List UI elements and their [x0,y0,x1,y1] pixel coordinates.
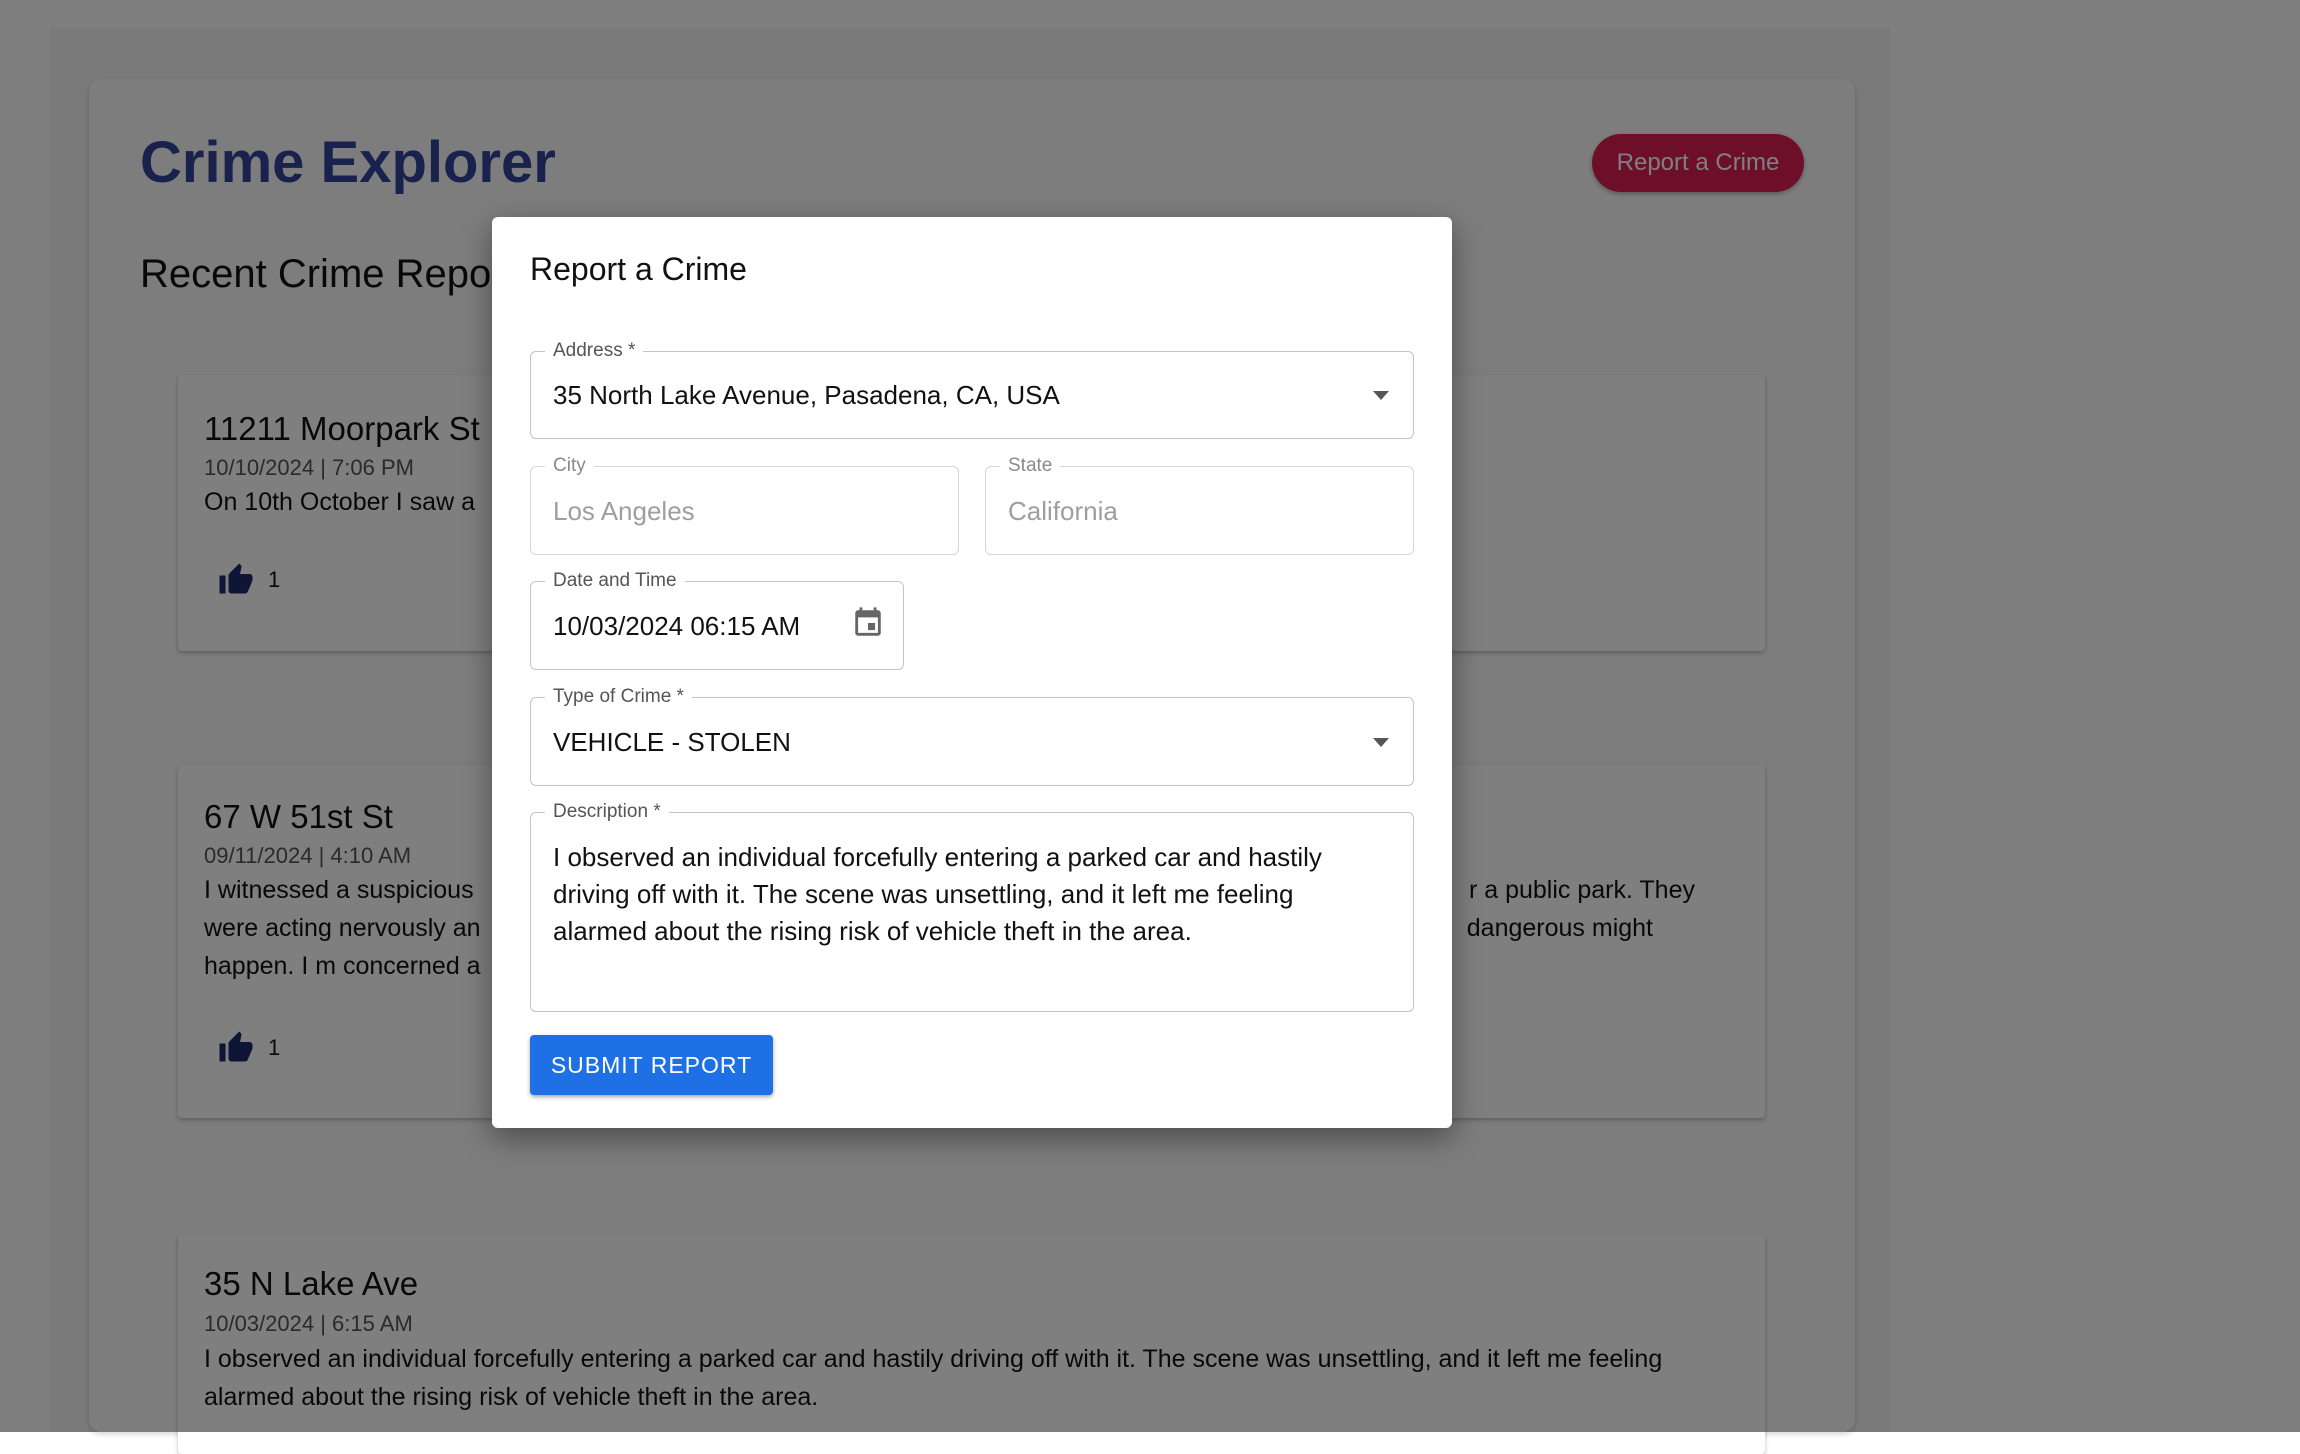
address-field[interactable]: Address * 35 North Lake Avenue, Pasadena… [530,340,1414,439]
address-label: Address * [545,340,644,362]
chevron-down-icon[interactable] [1373,391,1389,400]
state-label: State [1000,455,1061,477]
dialog-title: Report a Crime [530,251,747,287]
description-textarea[interactable]: Description * I observed an individual f… [530,801,1414,1012]
city-label: City [545,455,594,477]
datetime-value: 10/03/2024 06:15 AM [553,611,801,641]
city-field: City Los Angeles [530,455,959,555]
submit-report-button[interactable]: SUBMIT REPORT [530,1035,773,1095]
description-value: I observed an individual forcefully ente… [553,842,1322,946]
address-value: 35 North Lake Avenue, Pasadena, CA, USA [553,380,1060,410]
datetime-label: Date and Time [545,570,685,592]
description-label: Description * [545,801,669,823]
crime-type-label: Type of Crime * [545,686,692,708]
crime-type-value: VEHICLE - STOLEN [553,727,791,757]
state-value: California [1008,496,1118,526]
calendar-icon[interactable] [851,606,885,640]
crime-type-select[interactable]: Type of Crime * VEHICLE - STOLEN [530,686,1414,786]
state-field: State California [985,455,1414,555]
datetime-field[interactable]: Date and Time 10/03/2024 06:15 AM [530,570,904,670]
report-crime-dialog: Report a Crime Address * 35 North Lake A… [492,217,1452,1128]
chevron-down-icon[interactable] [1373,737,1389,747]
city-value: Los Angeles [553,496,695,526]
